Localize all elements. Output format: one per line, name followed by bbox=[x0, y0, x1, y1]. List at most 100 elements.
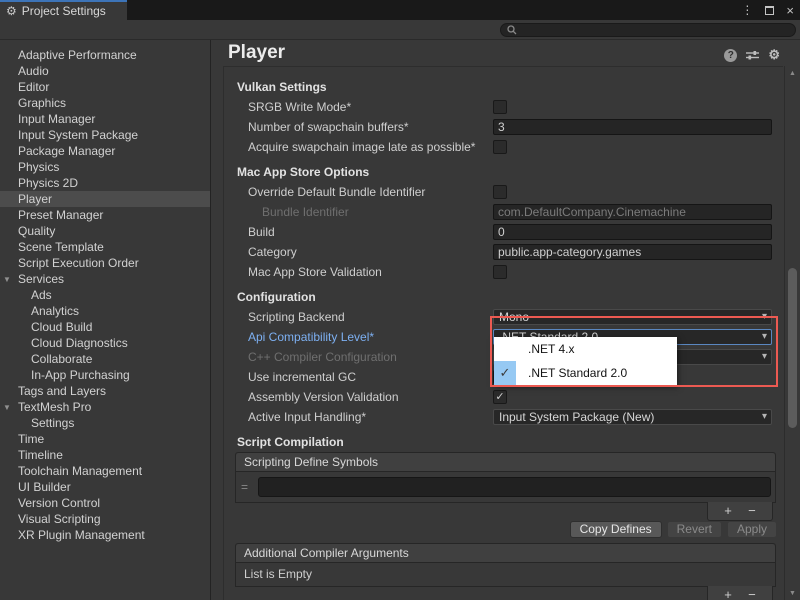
sidebar-item-quality[interactable]: Quality bbox=[0, 223, 210, 239]
sidebar-item-time[interactable]: Time bbox=[0, 431, 210, 447]
project-settings-gear-icon: ⚙ bbox=[6, 4, 17, 18]
setting-label: Scripting Backend bbox=[224, 310, 345, 324]
sidebar-item-physics[interactable]: Physics bbox=[0, 159, 210, 175]
revert-button[interactable]: Revert bbox=[667, 521, 722, 538]
sidebar-item-label: Editor bbox=[18, 80, 49, 94]
foldout-arrow-icon[interactable]: ▼ bbox=[3, 272, 11, 288]
setting-row-mac-app-store-validation: Mac App Store Validation bbox=[224, 262, 783, 282]
maximize-icon[interactable] bbox=[765, 6, 774, 15]
search-box[interactable] bbox=[500, 23, 796, 37]
text-field-number-of-swapchain-buffers[interactable] bbox=[493, 119, 772, 135]
sidebar-item-player[interactable]: Player bbox=[0, 191, 210, 207]
sidebar-item-label: Preset Manager bbox=[18, 208, 103, 222]
popup-option-net-4-x[interactable]: .NET 4.x bbox=[494, 337, 677, 361]
copy-defines-button[interactable]: Copy Defines bbox=[570, 521, 662, 538]
sidebar-item-label: Physics bbox=[18, 160, 59, 174]
define-symbol-input[interactable] bbox=[258, 477, 771, 497]
sidebar-item-analytics[interactable]: Analytics bbox=[0, 303, 210, 319]
setting-row-override-default-bundle-identifier: Override Default Bundle Identifier bbox=[224, 182, 783, 202]
define-symbols-remove-button[interactable]: − bbox=[748, 503, 756, 519]
checkbox-assembly-version-validation[interactable]: ✓ bbox=[493, 390, 507, 404]
sidebar-item-collaborate[interactable]: Collaborate bbox=[0, 351, 210, 367]
drag-handle-icon[interactable]: = bbox=[241, 480, 253, 494]
setting-row-build: Build bbox=[224, 222, 783, 242]
sidebar-item-label: Graphics bbox=[18, 96, 66, 110]
sidebar-item-timeline[interactable]: Timeline bbox=[0, 447, 210, 463]
sidebar-item-preset-manager[interactable]: Preset Manager bbox=[0, 207, 210, 223]
sidebar-item-cloud-diagnostics[interactable]: Cloud Diagnostics bbox=[0, 335, 210, 351]
tab-title: Project Settings bbox=[22, 4, 106, 18]
sidebar-item-script-execution-order[interactable]: Script Execution Order bbox=[0, 255, 210, 271]
sidebar-item-package-manager[interactable]: Package Manager bbox=[0, 143, 210, 159]
checkbox-mac-app-store-validation[interactable] bbox=[493, 265, 507, 279]
sidebar-item-cloud-build[interactable]: Cloud Build bbox=[0, 319, 210, 335]
sidebar-item-label: Time bbox=[18, 432, 44, 446]
setting-label: Mac App Store Validation bbox=[224, 265, 382, 279]
dropdown-value: Mono bbox=[499, 310, 529, 324]
search-icon bbox=[507, 25, 517, 35]
close-icon[interactable]: × bbox=[786, 3, 794, 18]
setting-label: Assembly Version Validation bbox=[224, 390, 399, 404]
sidebar-item-scene-template[interactable]: Scene Template bbox=[0, 239, 210, 255]
foldout-arrow-icon[interactable]: ▼ bbox=[3, 400, 11, 416]
define-symbols-add-button[interactable]: + bbox=[724, 503, 732, 519]
tab-project-settings[interactable]: ⚙ Project Settings bbox=[0, 0, 127, 20]
text-field-category[interactable] bbox=[493, 244, 772, 260]
setting-label: C++ Compiler Configuration bbox=[224, 350, 397, 364]
scroll-down-icon[interactable]: ▼ bbox=[785, 590, 800, 597]
sidebar-item-input-system-package[interactable]: Input System Package bbox=[0, 127, 210, 143]
checkbox-acquire-swapchain-image-late-as-possible[interactable] bbox=[493, 140, 507, 154]
sidebar-item-xr-plugin-management[interactable]: XR Plugin Management bbox=[0, 527, 210, 543]
sidebar-item-tags-and-layers[interactable]: Tags and Layers bbox=[0, 383, 210, 399]
checkbox-override-default-bundle-identifier[interactable] bbox=[493, 185, 507, 199]
text-field-bundle-identifier[interactable] bbox=[493, 204, 772, 220]
dropdown-scripting-backend[interactable]: Mono▾ bbox=[493, 309, 772, 325]
chevron-down-icon: ▾ bbox=[762, 350, 767, 364]
define-symbol-row: = bbox=[236, 472, 775, 502]
sidebar-item-settings[interactable]: Settings bbox=[0, 415, 210, 431]
text-field-build[interactable] bbox=[493, 224, 772, 240]
define-symbols-actions: Copy Defines Revert Apply bbox=[224, 521, 777, 538]
sidebar-item-label: Scene Template bbox=[18, 240, 104, 254]
player-settings-content: Vulkan SettingsSRGB Write Mode*Number of… bbox=[223, 66, 783, 600]
sidebar-item-services[interactable]: ▼Services bbox=[0, 271, 210, 287]
panel-header: Player ? ⚙ bbox=[212, 40, 800, 66]
sidebar-item-graphics[interactable]: Graphics bbox=[0, 95, 210, 111]
scrollbar-thumb[interactable] bbox=[788, 268, 797, 428]
define-symbols-header: Scripting Define Symbols bbox=[236, 453, 775, 472]
setting-row-active-input-handling: Active Input Handling*Input System Packa… bbox=[224, 407, 783, 427]
checkbox-srgb-write-mode[interactable] bbox=[493, 100, 507, 114]
sidebar-item-audio[interactable]: Audio bbox=[0, 63, 210, 79]
setting-label: Category bbox=[224, 245, 297, 259]
search-input[interactable] bbox=[521, 24, 789, 36]
presets-icon[interactable] bbox=[746, 49, 759, 61]
popup-option-net-standard-2-0[interactable]: ✓.NET Standard 2.0 bbox=[494, 361, 677, 385]
sidebar-item-label: Settings bbox=[31, 416, 74, 430]
compiler-arguments-remove-button[interactable]: − bbox=[748, 587, 756, 600]
sidebar-item-label: Tags and Layers bbox=[18, 384, 106, 398]
vertical-scrollbar[interactable]: ▲ ▼ bbox=[784, 66, 800, 600]
apply-button[interactable]: Apply bbox=[727, 521, 777, 538]
toolbar bbox=[0, 20, 800, 40]
sidebar-item-input-manager[interactable]: Input Manager bbox=[0, 111, 210, 127]
dropdown-active-input-handling[interactable]: Input System Package (New)▾ bbox=[493, 409, 772, 425]
sidebar-item-physics-2d[interactable]: Physics 2D bbox=[0, 175, 210, 191]
player-settings-panel: Player ? ⚙ Vulkan SettingsSRGB Write Mod… bbox=[212, 40, 800, 600]
sidebar-item-version-control[interactable]: Version Control bbox=[0, 495, 210, 511]
window-controls: ⋮ × bbox=[741, 0, 794, 20]
sidebar-item-editor[interactable]: Editor bbox=[0, 79, 210, 95]
window-menu-icon[interactable]: ⋮ bbox=[741, 3, 753, 17]
sidebar-item-adaptive-performance[interactable]: Adaptive Performance bbox=[0, 47, 210, 63]
scroll-up-icon[interactable]: ▲ bbox=[785, 70, 800, 77]
sidebar-item-ads[interactable]: Ads bbox=[0, 287, 210, 303]
settings-gear-icon[interactable]: ⚙ bbox=[768, 47, 780, 63]
setting-label: Use incremental GC bbox=[224, 370, 356, 384]
sidebar-item-ui-builder[interactable]: UI Builder bbox=[0, 479, 210, 495]
api-compatibility-dropdown-popup: .NET 4.x✓.NET Standard 2.0 bbox=[494, 337, 677, 385]
sidebar-item-textmesh-pro[interactable]: ▼TextMesh Pro bbox=[0, 399, 210, 415]
help-icon[interactable]: ? bbox=[724, 49, 737, 62]
sidebar-item-toolchain-management[interactable]: Toolchain Management bbox=[0, 463, 210, 479]
sidebar-item-in-app-purchasing[interactable]: In-App Purchasing bbox=[0, 367, 210, 383]
sidebar-item-visual-scripting[interactable]: Visual Scripting bbox=[0, 511, 210, 527]
compiler-arguments-add-button[interactable]: + bbox=[724, 587, 732, 600]
